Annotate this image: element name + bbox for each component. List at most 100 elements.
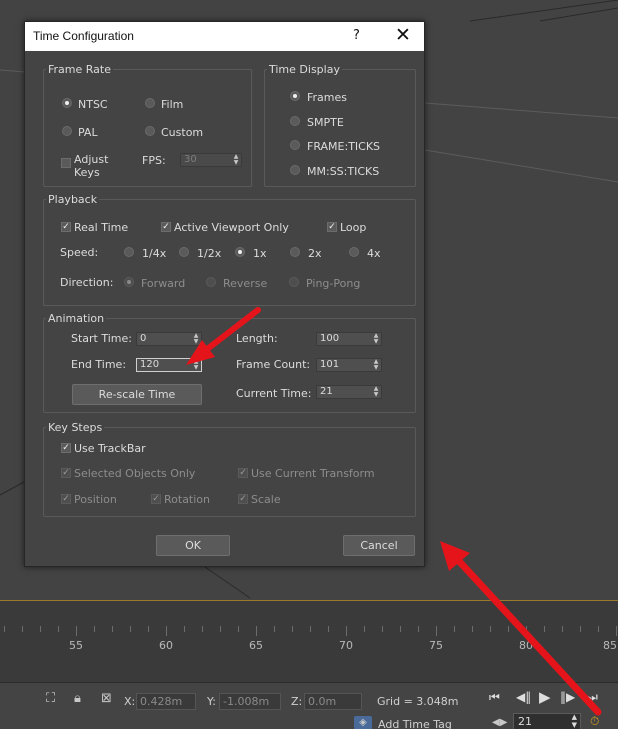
frames-radio[interactable]	[290, 91, 300, 101]
loop-checkbox[interactable]: ✓	[327, 222, 337, 232]
timeline-tick	[310, 626, 311, 632]
timeline-tick-label: 55	[69, 639, 83, 652]
timeline-tick	[40, 626, 41, 632]
scale-checkbox[interactable]: ✓	[238, 494, 248, 504]
use-trackbar-checkbox[interactable]: ✓	[61, 443, 71, 453]
mm-ss-ticks-radio[interactable]	[290, 165, 300, 175]
spinner-arrows-icon[interactable]: ▲ ▼	[193, 333, 199, 345]
timeline-tick	[400, 626, 401, 632]
start-time-spinner[interactable]: 0 ▲ ▼	[136, 332, 202, 346]
dialog-title-bar[interactable]: Time Configuration ? ✕	[25, 22, 424, 51]
frame-count-spinner[interactable]: 101 ▲ ▼	[316, 358, 382, 372]
timeline-tick	[418, 626, 419, 632]
current-frame-spinner[interactable]: 21 ▲ ▼	[513, 713, 581, 729]
ntsc-radio[interactable]	[62, 98, 72, 108]
go-to-end-icon[interactable]: ⏭	[587, 690, 598, 705]
ping-pong-radio[interactable]	[289, 277, 299, 287]
timeline-tick	[166, 626, 167, 636]
forward-radio[interactable]	[124, 277, 134, 287]
smpte-label: SMPTE	[307, 116, 344, 129]
ping-pong-label: Ping-Pong	[306, 277, 361, 290]
frame-rate-title: Frame Rate	[46, 63, 113, 76]
go-to-start-icon[interactable]: ⏮	[489, 690, 500, 705]
y-label: Y:	[207, 695, 216, 708]
timeline-tick	[58, 626, 59, 632]
grid-size: Grid = 3.048m	[377, 695, 459, 708]
selection-icon[interactable]: ⛶	[46, 692, 55, 706]
spinner-arrows-icon[interactable]: ▲ ▼	[193, 359, 199, 371]
speed-half-radio[interactable]	[179, 247, 189, 257]
previous-frame-icon[interactable]: ◀‖	[516, 690, 531, 704]
length-label: Length:	[236, 332, 278, 345]
speed-quarter-radio[interactable]	[124, 247, 134, 257]
frame-ticks-radio[interactable]	[290, 140, 300, 150]
spinner-arrows-icon[interactable]: ▲ ▼	[572, 713, 577, 729]
timeline-tick-label: 85	[603, 639, 617, 652]
y-coordinate-field[interactable]: -1.008m	[219, 693, 281, 710]
smpte-radio[interactable]	[290, 116, 300, 126]
use-current-transform-checkbox[interactable]: ✓	[238, 468, 248, 478]
time-tag-icon[interactable]: ◈	[354, 716, 372, 729]
forward-label: Forward	[141, 277, 186, 290]
length-spinner[interactable]: 100 ▲ ▼	[316, 332, 382, 346]
x-coordinate-field[interactable]: 0.428m	[136, 693, 196, 710]
speed-quarter-label: 1/4x	[142, 247, 167, 260]
timeline-tick	[616, 626, 617, 636]
speed-2x-radio[interactable]	[290, 247, 300, 257]
reverse-radio[interactable]	[206, 277, 216, 287]
rotation-checkbox[interactable]: ✓	[151, 494, 161, 504]
timeline-tick	[364, 626, 365, 632]
selected-objects-only-checkbox[interactable]: ✓	[61, 468, 71, 478]
ok-button[interactable]: OK	[156, 535, 230, 556]
help-button[interactable]: ?	[353, 28, 360, 43]
play-icon[interactable]: ▶	[539, 688, 551, 706]
frames-label: Frames	[307, 91, 348, 104]
key-mode-arrows-icon[interactable]: ◀▶	[492, 716, 507, 729]
timeline-tick	[94, 626, 95, 632]
rescale-time-button[interactable]: Re-scale Time	[72, 384, 202, 405]
film-radio[interactable]	[145, 98, 155, 108]
time-configuration-dialog: Time Configuration ? ✕ Frame Rate NTSC F…	[24, 21, 425, 567]
active-viewport-only-checkbox[interactable]: ✓	[161, 222, 171, 232]
speed-1x-radio[interactable]	[235, 247, 245, 257]
position-checkbox[interactable]: ✓	[61, 494, 71, 504]
start-time-label: Start Time:	[71, 332, 132, 345]
selected-objects-only-label: Selected Objects Only	[74, 467, 196, 480]
playback-title: Playback	[46, 193, 100, 206]
real-time-checkbox[interactable]: ✓	[61, 222, 71, 232]
adjust-keys-checkbox[interactable]	[61, 158, 71, 168]
reverse-label: Reverse	[223, 277, 268, 290]
film-label: Film	[161, 98, 184, 111]
lock-icon[interactable]: 🔒︎	[74, 692, 81, 706]
timeline-tick	[598, 626, 599, 632]
time-config-icon[interactable]: ⏱	[590, 714, 599, 728]
spinner-arrows-icon[interactable]: ▲ ▼	[373, 333, 379, 345]
end-time-spinner[interactable]: 120 ▲ ▼	[136, 358, 202, 372]
timeline-tick	[76, 626, 77, 636]
timeline-tick	[22, 626, 23, 632]
spinner-arrows-icon[interactable]: ▲ ▼	[373, 386, 379, 398]
timeline[interactable]: 55 60 65 70 75 80 85	[0, 600, 618, 682]
timeline-tick	[472, 626, 473, 632]
spinner-arrows-icon[interactable]: ▲ ▼	[233, 154, 239, 166]
timeline-tick	[508, 626, 509, 632]
timeline-tick-label: 75	[429, 639, 443, 652]
pal-radio[interactable]	[62, 126, 72, 136]
transform-mode-icon[interactable]: ⊠	[101, 692, 112, 706]
close-button[interactable]: ✕	[395, 24, 411, 46]
timeline-tick	[328, 626, 329, 632]
z-coordinate-field[interactable]: 0.0m	[304, 693, 362, 710]
custom-radio[interactable]	[145, 126, 155, 136]
add-time-tag-button[interactable]: Add Time Tag	[378, 718, 452, 729]
cancel-button[interactable]: Cancel	[343, 535, 415, 556]
position-label: Position	[74, 493, 117, 506]
timeline-tick-label: 80	[519, 639, 533, 652]
use-trackbar-label: Use TrackBar	[74, 442, 146, 455]
speed-2x-label: 2x	[308, 247, 322, 260]
current-time-spinner[interactable]: 21 ▲ ▼	[316, 385, 382, 399]
fps-spinner[interactable]: 30 ▲ ▼	[180, 153, 242, 167]
real-time-label: Real Time	[74, 221, 129, 234]
next-frame-icon[interactable]: ‖▶	[560, 690, 575, 704]
speed-4x-radio[interactable]	[349, 247, 359, 257]
spinner-arrows-icon[interactable]: ▲ ▼	[373, 359, 379, 371]
